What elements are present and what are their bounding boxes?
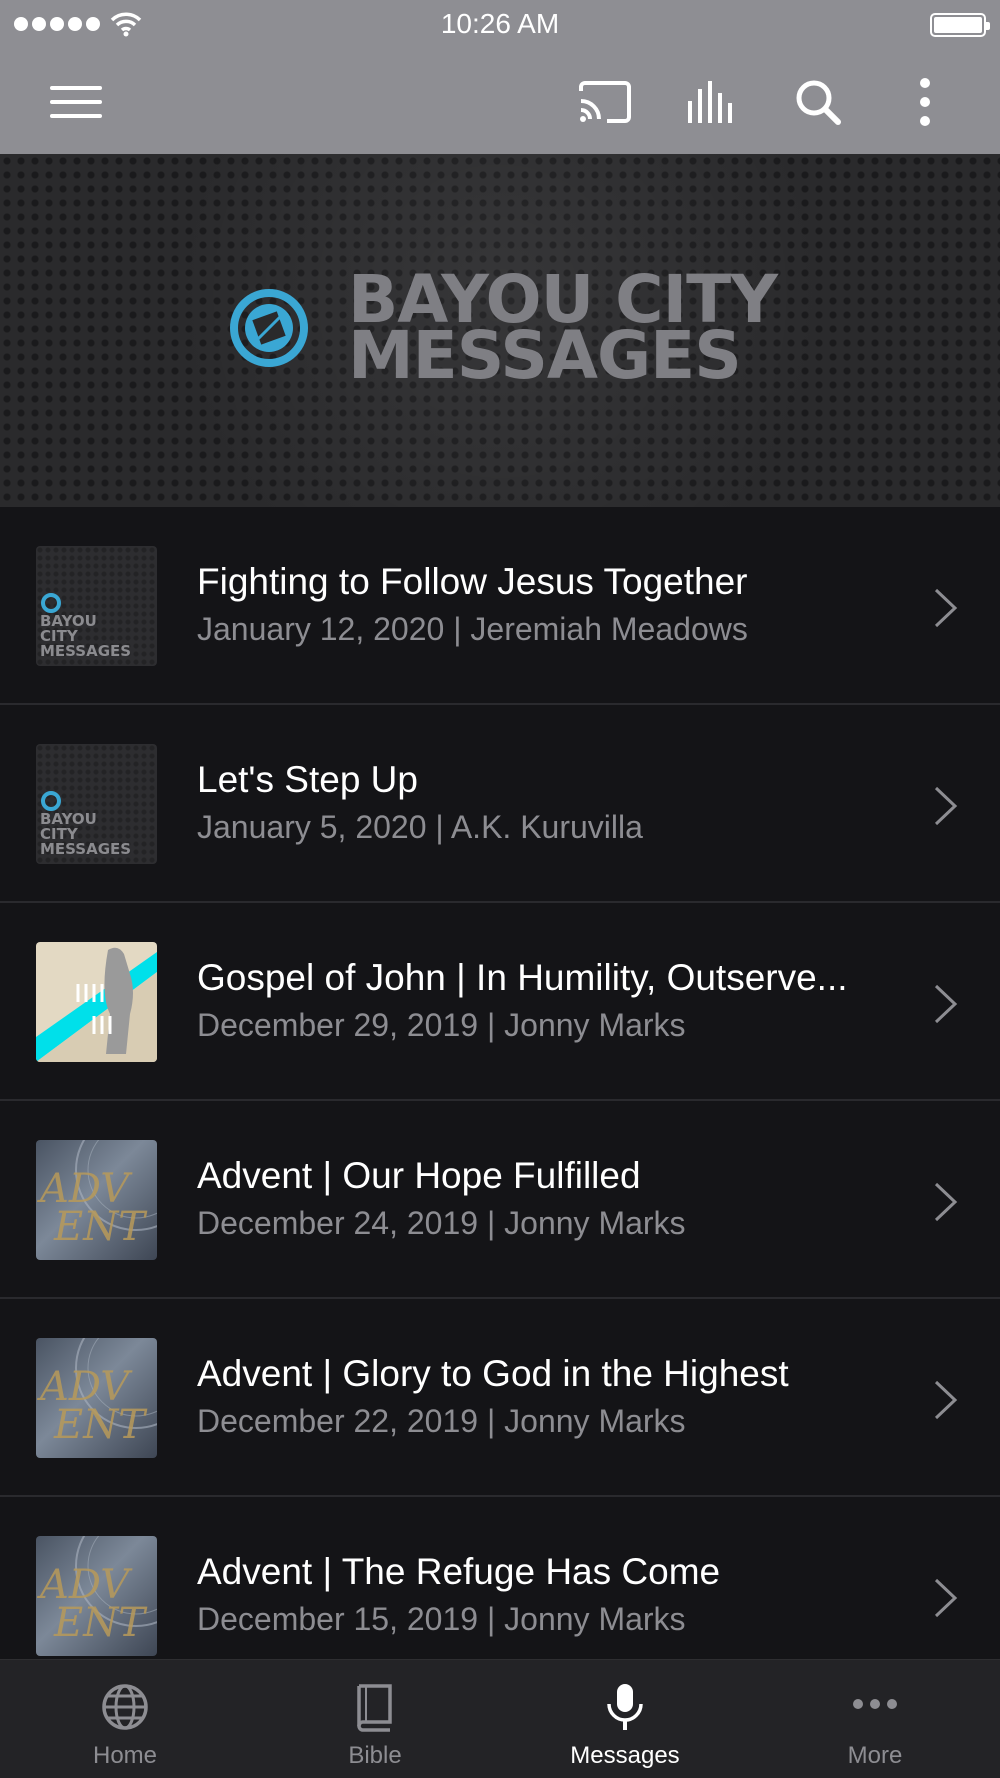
svg-text:ENT: ENT: [53, 1204, 148, 1250]
banner-title: BAYOU CITY MESSAGES: [348, 267, 778, 394]
book-icon: [357, 1684, 392, 1732]
status-bar: 10:26 AM: [0, 0, 1000, 50]
messages-list: BAYOU CITY MESSAGES Fighting to Follow J…: [0, 507, 1000, 1695]
message-row[interactable]: BAYOU CITY MESSAGES Let's Step Up Januar…: [0, 705, 1000, 903]
message-title: Gospel of John | In Humility, Outserve..…: [197, 957, 848, 998]
message-subtitle: December 29, 2019 | Jonny Marks: [197, 1007, 686, 1043]
cast-icon: [579, 81, 631, 123]
message-thumbnail: ADV ENT: [36, 1338, 157, 1458]
tab-label: More: [847, 1742, 903, 1769]
message-row[interactable]: Gospel of John | In Humility, Outserve..…: [0, 903, 1000, 1101]
more-options-button[interactable]: [895, 72, 955, 132]
chevron-right-icon: [934, 786, 958, 826]
message-subtitle: January 5, 2020 | A.K. Kuruvilla: [197, 809, 643, 845]
svg-text:ENT: ENT: [53, 1600, 148, 1646]
chevron-right-icon: [934, 1578, 958, 1618]
cast-button[interactable]: [575, 72, 635, 132]
battery-icon: [930, 13, 990, 37]
top-toolbar: [0, 50, 1000, 154]
globe-icon: [102, 1684, 148, 1730]
tab-home[interactable]: Home: [0, 1660, 250, 1778]
svg-text:ENT: ENT: [53, 1402, 148, 1448]
menu-button[interactable]: [46, 72, 106, 132]
bayou-city-logo: [230, 289, 308, 367]
chevron-right-icon: [934, 1182, 958, 1222]
tab-messages[interactable]: Messages: [500, 1660, 750, 1778]
tab-label: Bible: [348, 1742, 402, 1769]
tab-label: Home: [92, 1742, 158, 1769]
message-thumbnail: [36, 942, 157, 1062]
equalizer-icon: [688, 81, 732, 123]
message-subtitle: December 22, 2019 | Jonny Marks: [197, 1403, 686, 1439]
banner-title-line2: MESSAGES: [348, 317, 742, 394]
message-thumbnail: ADV ENT: [36, 1140, 157, 1260]
message-title: Fighting to Follow Jesus Together: [197, 561, 748, 602]
message-title: Advent | Our Hope Fulfilled: [197, 1155, 641, 1196]
equalizer-button[interactable]: [682, 72, 742, 132]
message-subtitle: January 12, 2020 | Jeremiah Meadows: [197, 611, 748, 647]
message-row[interactable]: ADV ENT Advent | Our Hope Fulfilled Dece…: [0, 1101, 1000, 1299]
more-horizontal-icon: [853, 1699, 897, 1709]
message-title: Advent | Glory to God in the Highest: [197, 1353, 789, 1394]
tab-bible[interactable]: Bible: [250, 1660, 500, 1778]
message-thumbnail: ADV ENT: [36, 1536, 157, 1656]
microphone-icon: [607, 1684, 643, 1730]
more-vertical-icon: [920, 78, 930, 126]
chevron-right-icon: [934, 984, 958, 1024]
message-title: Advent | The Refuge Has Come: [197, 1551, 721, 1592]
message-thumbnail: BAYOU CITY MESSAGES: [36, 546, 157, 666]
message-row[interactable]: BAYOU CITY MESSAGES Fighting to Follow J…: [0, 507, 1000, 705]
chevron-right-icon: [934, 588, 958, 628]
search-button[interactable]: [788, 72, 848, 132]
message-title: Let's Step Up: [197, 759, 418, 800]
message-thumbnail: BAYOU CITY MESSAGES: [36, 744, 157, 864]
menu-icon: [50, 86, 102, 118]
tab-label: Messages: [570, 1742, 680, 1769]
message-row[interactable]: ADV ENT Advent | Glory to God in the Hig…: [0, 1299, 1000, 1497]
bottom-tab-bar: Home Bible Messages More: [0, 1659, 1000, 1778]
tab-more[interactable]: More: [750, 1660, 1000, 1778]
status-time: 10:26 AM: [440, 8, 560, 39]
message-subtitle: December 24, 2019 | Jonny Marks: [197, 1205, 686, 1241]
message-subtitle: December 15, 2019 | Jonny Marks: [197, 1601, 686, 1637]
search-icon: [796, 80, 841, 125]
hero-banner: BAYOU CITY MESSAGES: [0, 154, 1000, 507]
chevron-right-icon: [934, 1380, 958, 1420]
